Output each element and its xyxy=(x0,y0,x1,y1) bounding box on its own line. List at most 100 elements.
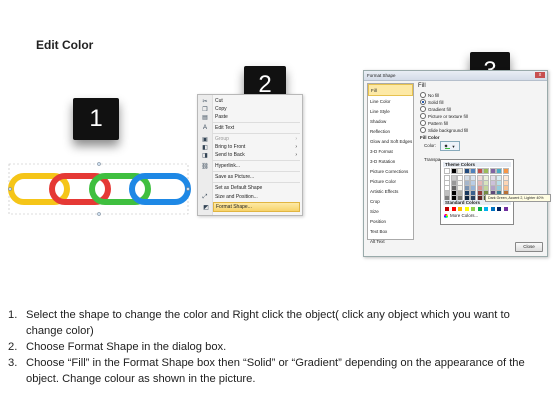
standard-color-swatch[interactable] xyxy=(484,207,488,211)
theme-color-swatch[interactable] xyxy=(489,168,496,174)
nav-item-3d-format[interactable]: 3-D Format xyxy=(368,146,413,156)
nav-item-line-style[interactable]: Line Style xyxy=(368,106,413,116)
nav-item-position[interactable]: Position xyxy=(368,216,413,226)
nav-item-size[interactable]: Size xyxy=(368,206,413,216)
theme-color-swatch[interactable] xyxy=(450,185,457,191)
format-shape-icon: ◩ xyxy=(203,204,209,211)
submenu-arrow-icon: › xyxy=(295,152,297,158)
theme-color-swatch[interactable] xyxy=(444,175,450,181)
option-solid-fill[interactable]: Solid fill xyxy=(420,99,444,105)
standard-color-swatch[interactable] xyxy=(477,207,482,211)
menu-item-copy[interactable]: ❐ Copy xyxy=(202,105,300,113)
theme-color-swatch[interactable] xyxy=(457,185,463,191)
menu-item-group[interactable]: ▣ Group › xyxy=(202,135,300,143)
nav-item-glow[interactable]: Glow and Soft Edges xyxy=(368,136,413,146)
theme-color-swatch[interactable] xyxy=(463,168,470,174)
section-heading: Fill xyxy=(418,83,426,89)
standard-color-swatch[interactable] xyxy=(471,207,475,211)
theme-color-swatch[interactable] xyxy=(470,168,476,174)
menu-item-hyperlink[interactable]: ⛓ Hyperlink... xyxy=(201,162,300,170)
standard-color-swatch[interactable] xyxy=(503,207,508,211)
color-picker-button[interactable]: ◆ ▼ xyxy=(440,141,460,151)
theme-color-swatch[interactable] xyxy=(496,168,502,174)
standard-color-swatch[interactable] xyxy=(458,207,462,211)
menu-item-size-and-position[interactable]: ⤢ Size and Position... xyxy=(203,193,300,201)
theme-color-swatch[interactable] xyxy=(476,190,483,196)
close-button[interactable]: Close xyxy=(515,242,543,252)
chain-links-graphic[interactable] xyxy=(7,160,192,218)
nav-item-reflection[interactable]: Reflection xyxy=(368,126,413,136)
theme-color-swatch[interactable] xyxy=(444,168,450,174)
theme-color-swatch[interactable] xyxy=(450,190,457,196)
menu-item-cut[interactable]: ✂ Cut xyxy=(202,97,300,105)
dialog-close-x-button[interactable]: x xyxy=(535,72,545,78)
nav-item-crop[interactable]: Crop xyxy=(368,196,413,206)
menu-item-save-as-picture[interactable]: Save as Picture... xyxy=(213,173,300,181)
standard-color-swatch[interactable] xyxy=(497,207,501,211)
option-slide-background-fill[interactable]: Slide background fill xyxy=(420,127,468,133)
theme-color-swatch[interactable] xyxy=(444,190,450,196)
nav-item-shadow[interactable]: Shadow xyxy=(368,116,413,126)
nav-item-alt-text[interactable]: Alt Text xyxy=(368,236,413,246)
theme-color-swatch[interactable] xyxy=(502,168,509,174)
theme-color-swatch[interactable] xyxy=(476,185,483,191)
theme-color-swatch[interactable] xyxy=(457,175,463,181)
nav-item-artistic-effects[interactable]: Artistic Effects xyxy=(368,186,413,196)
menu-item-format-shape[interactable]: ◩ Format Shape... xyxy=(203,202,300,212)
nav-item-3d-rotation[interactable]: 3-D Rotation xyxy=(368,156,413,166)
theme-color-swatch[interactable] xyxy=(476,168,483,174)
nav-item-line-color[interactable]: Line Color xyxy=(368,96,413,106)
standard-color-swatch[interactable] xyxy=(490,207,495,211)
theme-color-swatch[interactable] xyxy=(470,180,476,186)
theme-color-swatch[interactable] xyxy=(483,168,489,174)
standard-color-swatch[interactable] xyxy=(451,207,456,211)
option-no-fill[interactable]: No fill xyxy=(420,92,439,98)
theme-color-swatch[interactable] xyxy=(470,190,476,196)
theme-color-swatch[interactable] xyxy=(450,168,457,174)
transparency-label: Transpa xyxy=(424,157,441,162)
theme-color-swatch[interactable] xyxy=(496,185,502,191)
theme-color-swatch[interactable] xyxy=(483,185,489,191)
menu-item-bring-to-front[interactable]: ◧ Bring to Front › xyxy=(202,143,300,151)
theme-color-swatch[interactable] xyxy=(483,180,489,186)
theme-color-swatch[interactable] xyxy=(470,175,476,181)
theme-color-swatch[interactable] xyxy=(457,168,463,174)
theme-color-swatch[interactable] xyxy=(502,185,509,191)
menu-item-send-to-back[interactable]: ◨ Send to Back › xyxy=(202,151,300,159)
standard-color-swatch[interactable] xyxy=(464,207,469,211)
theme-color-swatch[interactable] xyxy=(502,175,509,181)
theme-color-swatch[interactable] xyxy=(444,180,450,186)
theme-color-swatch[interactable] xyxy=(476,180,483,186)
theme-color-swatch[interactable] xyxy=(450,175,457,181)
theme-color-swatch[interactable] xyxy=(450,180,457,186)
theme-color-swatch[interactable] xyxy=(457,190,463,196)
theme-color-swatch[interactable] xyxy=(457,180,463,186)
theme-color-swatch[interactable] xyxy=(444,185,450,191)
theme-color-swatch[interactable] xyxy=(463,190,470,196)
nav-item-text-box[interactable]: Text Box xyxy=(368,226,413,236)
menu-item-edit-text[interactable]: A Edit Text xyxy=(203,124,300,132)
nav-item-picture-corrections[interactable]: Picture Corrections xyxy=(368,166,413,176)
nav-item-fill[interactable]: Fill xyxy=(368,84,413,96)
menu-item-set-default-shape[interactable]: Set as Default Shape xyxy=(213,184,300,192)
theme-color-swatch[interactable] xyxy=(489,180,496,186)
theme-color-swatch[interactable] xyxy=(489,175,496,181)
theme-color-swatch[interactable] xyxy=(489,185,496,191)
theme-color-swatch[interactable] xyxy=(496,180,502,186)
menu-item-paste[interactable]: ▤ Paste xyxy=(202,113,300,121)
theme-color-swatch[interactable] xyxy=(463,175,470,181)
theme-color-swatch[interactable] xyxy=(483,175,489,181)
theme-color-swatch[interactable] xyxy=(463,180,470,186)
nav-item-picture-color[interactable]: Picture Color xyxy=(368,176,413,186)
option-gradient-fill[interactable]: Gradient fill xyxy=(420,106,451,112)
more-colors-button[interactable]: More Colors... xyxy=(444,213,478,218)
theme-color-swatch[interactable] xyxy=(496,175,502,181)
standard-color-swatch[interactable] xyxy=(445,207,449,211)
theme-color-swatch[interactable] xyxy=(476,175,483,181)
theme-color-swatch[interactable] xyxy=(463,185,470,191)
theme-color-swatch[interactable] xyxy=(502,180,509,186)
theme-color-swatch[interactable] xyxy=(470,185,476,191)
option-pattern-fill[interactable]: Pattern fill xyxy=(420,120,448,126)
instruction-list: 1. Select the shape to change the color a… xyxy=(8,307,548,387)
option-picture-fill[interactable]: Picture or texture fill xyxy=(420,113,468,119)
